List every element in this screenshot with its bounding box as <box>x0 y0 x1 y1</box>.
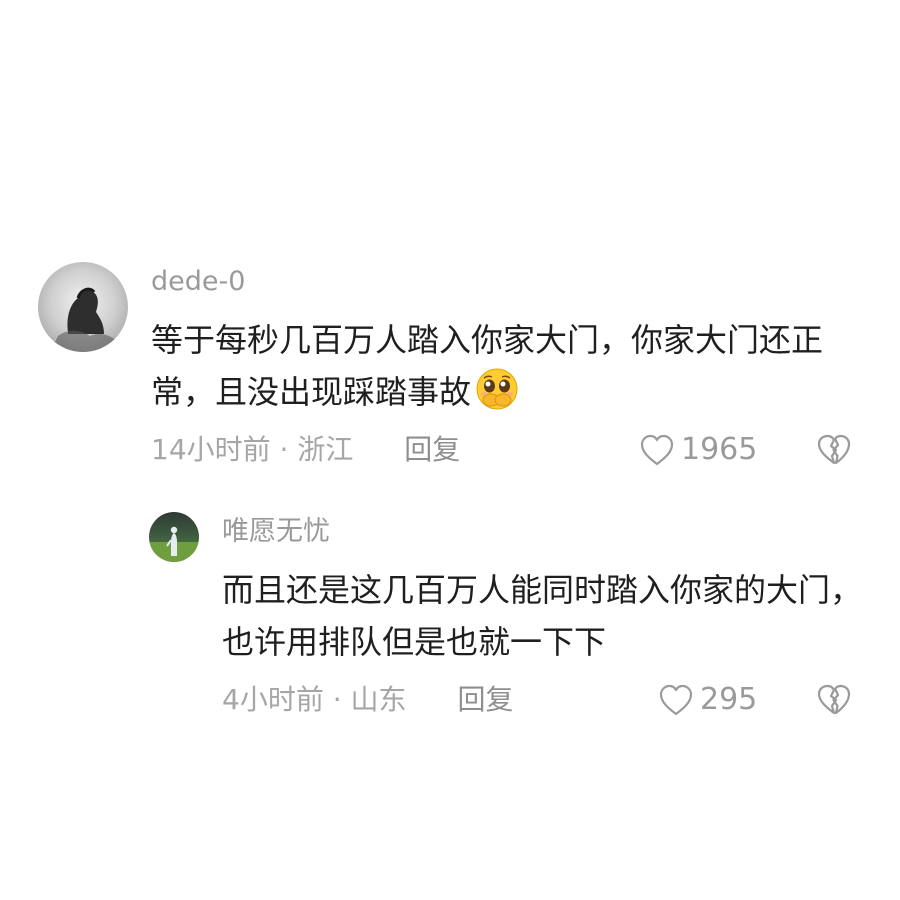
like-button[interactable]: 295 <box>658 680 757 720</box>
broken-heart-icon <box>817 684 851 715</box>
reply-button[interactable]: 回复 <box>457 680 513 720</box>
comment-meta: 4小时前 · 山东 回复 295 <box>222 680 862 720</box>
reply-button[interactable]: 回复 <box>404 430 460 470</box>
time-location: 14小时前 · 浙江 <box>151 433 354 466</box>
avatar[interactable] <box>38 262 128 352</box>
username[interactable]: 唯愿无忧 <box>222 512 862 552</box>
heart-icon <box>640 434 674 466</box>
like-button[interactable]: 1965 <box>639 430 757 470</box>
time-location: 4小时前 · 山东 <box>222 683 407 716</box>
dislike-button[interactable] <box>817 683 851 717</box>
comment-body: 唯愿无忧 而且还是这几百万人能同时踏入你家的大门，也许用排队但是也就一下下 4小… <box>222 512 862 720</box>
heart-icon <box>659 684 693 716</box>
pleading-face-emoji-icon <box>475 367 519 411</box>
comment-text: 等于每秒几百万人踏入你家大门，你家大门还正常，且没出现踩踏事故 <box>151 314 851 418</box>
username[interactable]: dede-0 <box>151 262 851 302</box>
like-count: 1965 <box>681 432 758 467</box>
comment-text: 而且还是这几百万人能同时踏入你家的大门，也许用排队但是也就一下下 <box>222 571 863 661</box>
comment-thread: dede-0 等于每秒几百万人踏入你家大门，你家大门还正常，且没出现踩踏事故 1… <box>0 0 900 900</box>
comment-body: dede-0 等于每秒几百万人踏入你家大门，你家大门还正常，且没出现踩踏事故 1… <box>151 262 851 470</box>
comment-meta: 14小时前 · 浙江 回复 1965 <box>151 430 851 470</box>
dislike-button[interactable] <box>817 433 851 467</box>
like-count: 295 <box>700 682 758 717</box>
avatar[interactable] <box>149 512 199 562</box>
broken-heart-icon <box>817 434 851 465</box>
